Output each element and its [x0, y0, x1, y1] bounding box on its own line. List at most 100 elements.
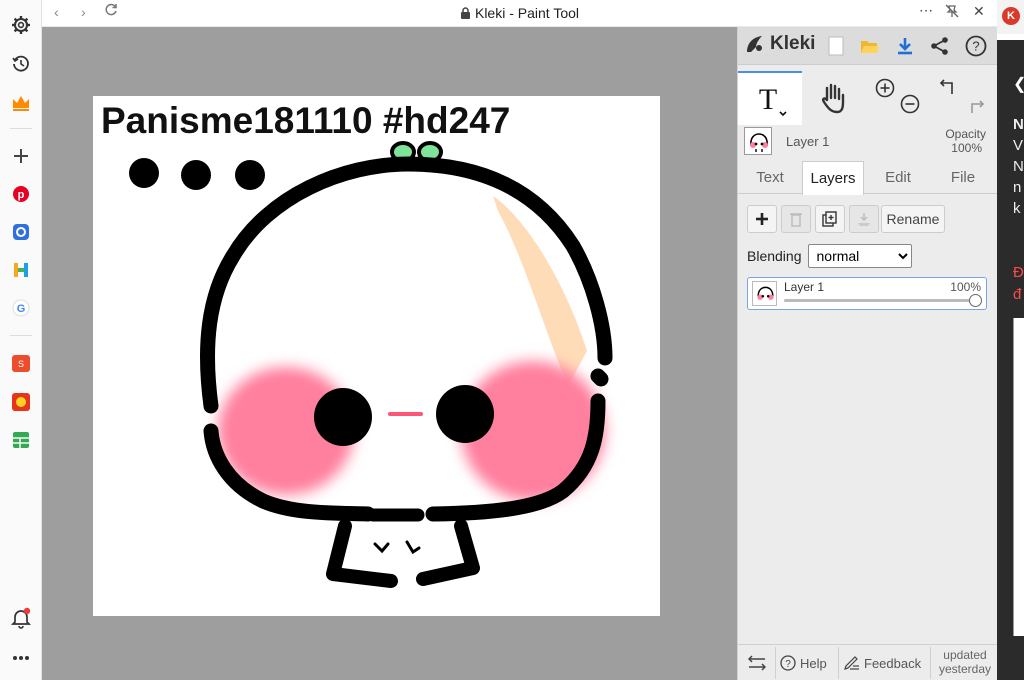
window-title-text: Kleki - Paint Tool — [474, 5, 579, 21]
ellipsis-dot — [235, 160, 265, 190]
bgpage-line: V — [1013, 137, 1024, 154]
ellipsis-dot — [129, 158, 159, 188]
text-tool-button[interactable]: T — [738, 71, 802, 125]
screen-root: p G S ‹ › Kleki - Paint Tool ⋯ ✕ Panisme… — [0, 0, 1024, 680]
tab-file[interactable]: File — [932, 161, 994, 194]
tab-layers[interactable]: Layers — [802, 161, 864, 195]
crown-icon[interactable] — [9, 91, 33, 115]
eye-right — [436, 385, 494, 443]
tool-row: T — [738, 71, 998, 125]
body-mark — [373, 542, 390, 554]
layer-row-name: Layer 1 — [784, 280, 825, 294]
history-buttons — [930, 71, 998, 125]
body-mark — [405, 540, 421, 555]
game-icon[interactable] — [9, 390, 33, 414]
feedback-label: Feedback — [864, 655, 922, 671]
history-icon[interactable] — [9, 52, 33, 76]
bgpage-red-line: đ — [1013, 286, 1022, 303]
app-icon[interactable] — [9, 220, 33, 244]
pinterest-icon[interactable]: p — [9, 182, 33, 206]
google-icon[interactable]: G — [9, 296, 33, 320]
current-layer-name: Layer 1 — [786, 134, 830, 149]
layer-opacity-slider[interactable] — [784, 294, 982, 307]
brand-name: Kleki — [770, 33, 816, 54]
tab-edit[interactable]: Edit — [867, 161, 929, 194]
close-icon[interactable]: ✕ — [973, 3, 985, 20]
footer-divider — [838, 647, 839, 679]
trash-icon — [790, 213, 802, 227]
more-icon[interactable] — [9, 646, 33, 670]
help-icon[interactable]: ? — [964, 34, 988, 58]
help-label: Help — [800, 655, 827, 671]
body — [326, 519, 398, 588]
hand-tool-button[interactable] — [802, 71, 866, 125]
layer-list-item[interactable]: Layer 1 100% — [747, 277, 987, 310]
merge-down-icon — [858, 213, 870, 226]
shopee-icon[interactable]: S — [9, 351, 33, 375]
unpin-icon[interactable] — [945, 4, 959, 21]
bgpage-text: N V N n k — [1013, 114, 1024, 219]
bgpage-line: N — [1013, 116, 1024, 133]
canvas-workspace[interactable]: Panisme181110 #hd247 — [42, 27, 737, 680]
window-titlebar: ‹ › Kleki - Paint Tool ⋯ ✕ — [42, 0, 997, 27]
footer-divider — [930, 647, 931, 679]
bgpage-line: n — [1013, 179, 1022, 196]
blending-row: Blending normal — [747, 244, 912, 268]
delete-layer-button[interactable] — [781, 205, 811, 233]
layer-thumbnail[interactable] — [744, 127, 772, 155]
kleki-logo-icon — [747, 36, 762, 52]
undo-icon[interactable] — [938, 77, 960, 99]
footer-divider — [775, 647, 776, 679]
bgpage-red-text: Đ đ — [1013, 262, 1024, 306]
layer-row-opacity: 100% — [950, 280, 981, 294]
zoom-in-icon[interactable] — [874, 77, 896, 99]
new-file-icon[interactable] — [824, 34, 848, 58]
layer-row-thumbnail — [752, 281, 777, 306]
help-link[interactable]: ? Help — [780, 645, 827, 680]
bgpage-logo-icon[interactable]: K — [1002, 7, 1020, 25]
rename-button[interactable]: Rename — [881, 205, 945, 233]
sheet-icon[interactable] — [9, 428, 33, 452]
redo-icon[interactable] — [964, 93, 986, 115]
svg-text:?: ? — [785, 659, 791, 670]
panel-footer: ? Help Feedback updated yesterday — [738, 644, 998, 680]
help-circle-icon: ? — [780, 655, 796, 671]
tool-panel: Kleki ? T Layer 1 Opacity 100% Text Laye… — [737, 27, 998, 680]
panel-topbar: Kleki ? — [738, 27, 998, 65]
plus-icon — [756, 213, 768, 225]
rail-divider — [10, 128, 32, 129]
drawing-canvas[interactable]: Panisme181110 #hd247 — [93, 96, 660, 616]
kleki-logo[interactable]: Kleki — [744, 33, 815, 55]
gear-icon[interactable] — [9, 13, 33, 37]
svg-text:S: S — [18, 359, 24, 369]
blending-select[interactable]: normal — [807, 244, 912, 268]
bgpage-frame — [1013, 318, 1024, 636]
hand-icon — [822, 83, 845, 114]
share-icon[interactable] — [928, 34, 952, 58]
bgpage-arrow-icon[interactable]: ❮ — [1013, 74, 1024, 94]
download-icon[interactable] — [893, 34, 917, 58]
updated-line: yesterday — [938, 662, 992, 676]
feedback-link[interactable]: Feedback — [844, 645, 921, 680]
menu-dots-icon[interactable]: ⋯ — [919, 2, 933, 19]
open-folder-icon[interactable] — [858, 34, 882, 58]
swap-side-icon[interactable] — [748, 645, 766, 680]
eye-left — [314, 388, 372, 446]
rail-divider — [10, 335, 32, 336]
duplicate-layer-button[interactable] — [815, 205, 845, 233]
svg-text:?: ? — [972, 39, 979, 54]
svg-text:p: p — [18, 189, 25, 201]
zoom-out-icon[interactable] — [899, 93, 921, 115]
lock-icon — [460, 7, 470, 19]
zoom-buttons — [866, 71, 930, 125]
add-layer-button[interactable] — [747, 205, 777, 233]
opacity-label: Opacity — [945, 127, 986, 141]
plus-icon[interactable] — [9, 144, 33, 168]
panel-tabs: Text Layers Edit File — [738, 161, 998, 195]
tab-text[interactable]: Text — [739, 161, 801, 194]
bell-icon[interactable] — [9, 606, 33, 630]
h-icon[interactable] — [9, 258, 33, 282]
slider-handle[interactable] — [969, 294, 982, 307]
merge-layer-button[interactable] — [849, 205, 879, 233]
opacity-value: 100% — [951, 141, 982, 155]
